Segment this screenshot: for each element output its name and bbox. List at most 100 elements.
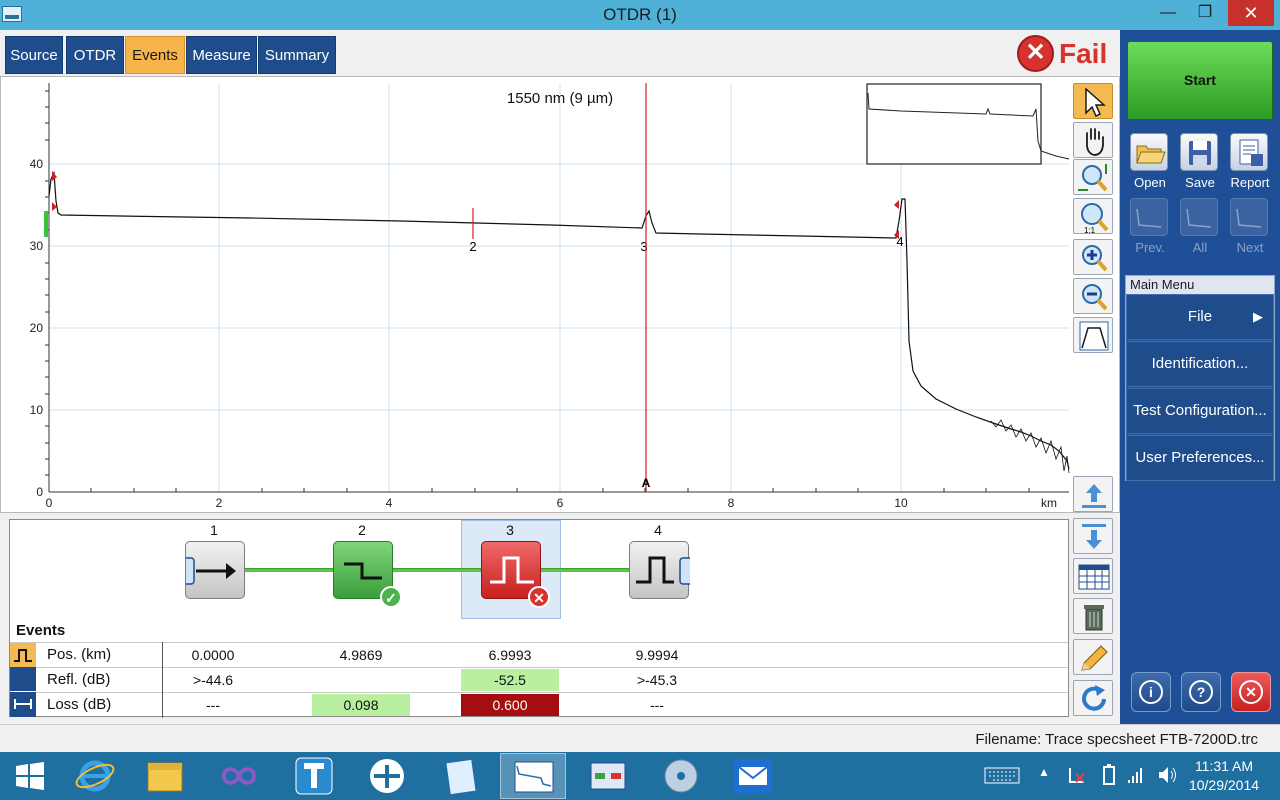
table-cell[interactable]: --- [164,694,262,716]
taskbar-internet-explorer[interactable] [62,753,128,799]
taskbar-app-infinity[interactable] [206,753,272,799]
save-button[interactable] [1180,133,1218,171]
table-cell-fail[interactable]: 0.600 [461,694,559,716]
zoom-1to1-icon: 1:1 [1081,203,1109,235]
maximize-button[interactable]: ❐ [1185,0,1225,26]
tab-source[interactable]: Source [5,36,63,74]
zoom-fit-button[interactable] [1073,159,1113,195]
event-number: 2 [358,522,366,538]
y-tick-label: 20 [30,321,44,335]
edit-icon [1081,645,1108,671]
taskbar-app-t[interactable] [282,753,348,799]
table-cell[interactable]: >-44.6 [164,669,262,691]
menu-item-test-configuration[interactable]: Test Configuration... [1126,388,1274,434]
trace-view-button[interactable] [1073,317,1113,353]
open-button[interactable] [1130,133,1168,171]
zoom-in-icon [1082,245,1108,272]
overview-inset [866,83,1070,165]
exit-button[interactable]: ✕ [1231,672,1271,712]
taskbar-notepad[interactable] [428,753,494,799]
prev-trace-button[interactable] [1130,198,1168,236]
y-tick-label: 30 [30,239,44,253]
table-cell[interactable] [312,669,410,691]
table-cell-pass[interactable]: 0.098 [312,694,410,716]
next-trace-button[interactable] [1230,198,1268,236]
menu-item-identification[interactable]: Identification... [1126,341,1274,387]
row-label-loss: Loss (dB) [47,696,112,713]
taskbar-otdr-app[interactable] [500,753,566,799]
report-label: Report [1230,175,1270,190]
move-up-button[interactable] [1073,476,1113,512]
edit-button[interactable] [1073,639,1113,675]
network-app-icon [590,762,626,790]
save-disk-icon [1189,141,1211,165]
delete-button[interactable] [1073,598,1113,634]
next-label: Next [1236,240,1264,255]
event-number: 3 [506,522,514,538]
x-tick-label: 10 [894,496,908,510]
tab-summary[interactable]: Summary [258,36,336,74]
fiber-link [541,568,629,572]
minimize-button[interactable]: — [1148,0,1188,26]
taskbar-disc-app[interactable] [648,753,714,799]
event-number: 4 [654,522,662,538]
taskbar-file-explorer[interactable] [132,753,198,799]
table-cell-pass[interactable]: -52.5 [461,669,559,691]
zoom-out-icon [1082,284,1108,311]
network-signal-icon[interactable] [1126,764,1148,790]
otdr-app-icon [514,761,554,793]
tab-measure[interactable]: Measure [186,36,257,74]
action-center-icon[interactable] [1066,764,1088,790]
otdr-trace-chart[interactable]: 0 2 4 6 8 10 km 0 10 20 30 40 1550 nm (9… [1,77,1119,512]
menu-item-file[interactable]: File ▶ [1126,294,1274,340]
move-down-button[interactable] [1073,518,1113,554]
pointer-icon [1085,87,1106,118]
pan-tool-button[interactable] [1073,122,1113,158]
all-traces-button[interactable] [1180,198,1218,236]
table-cell[interactable]: 6.9993 [461,644,559,666]
table-cell[interactable]: --- [608,694,706,716]
table-cell[interactable]: 9.9994 [608,644,706,666]
svg-text:1:1: 1:1 [1084,226,1096,235]
info-button[interactable]: i [1131,672,1171,712]
taskbar-mail[interactable] [720,753,786,799]
keyboard-icon[interactable] [984,765,1020,789]
otdr-graph-panel[interactable]: 0 2 4 6 8 10 km 0 10 20 30 40 1550 nm (9… [0,76,1120,513]
zoom-in-button[interactable] [1073,239,1113,275]
wavelength-label: 1550 nm (9 µm) [507,90,613,107]
row-label-position: Pos. (km) [47,646,112,663]
taskbar-network-app[interactable] [575,753,641,799]
open-label: Open [1134,175,1166,190]
table-cell[interactable]: 4.9869 [312,644,410,666]
volume-icon[interactable] [1156,764,1178,790]
battery-icon [1102,764,1116,790]
tab-events[interactable]: Events [125,36,185,74]
end-of-fiber-icon [636,556,690,585]
menu-item-user-preferences[interactable]: User Preferences... [1126,435,1274,481]
start-button[interactable]: Start [1127,41,1273,120]
pointer-tool-button[interactable] [1073,83,1113,119]
fail-status-label: Fail [1059,38,1108,69]
taskbar-app-teamviewer[interactable] [354,753,420,799]
zoom-out-button[interactable] [1073,278,1113,314]
refresh-button[interactable] [1073,680,1113,716]
main-menu-header: Main Menu [1126,276,1274,294]
prev-trace-icon [1136,208,1162,228]
table-cell[interactable]: >-45.3 [608,669,706,691]
table-view-button[interactable] [1073,558,1113,594]
zoom-1to1-button[interactable]: 1:1 [1073,198,1113,235]
table-cell[interactable]: 0.0000 [164,644,262,666]
close-window-button[interactable]: ✕ [1228,0,1274,26]
tab-otdr[interactable]: OTDR [66,36,124,74]
y-tick-label: 40 [30,157,44,171]
windows-start-button[interactable] [0,753,60,799]
taskbar: ▲ [0,752,1280,800]
event-4-button[interactable] [629,541,690,599]
x-tick-label: 0 [46,496,53,510]
event-1-button[interactable] [185,541,245,599]
next-trace-icon [1236,208,1262,228]
report-button[interactable] [1230,133,1268,171]
taskbar-clock[interactable]: 11:31 AM 10/29/2014 [1188,757,1260,795]
show-hidden-icons[interactable]: ▲ [1038,765,1050,779]
help-button[interactable]: ? [1181,672,1221,712]
